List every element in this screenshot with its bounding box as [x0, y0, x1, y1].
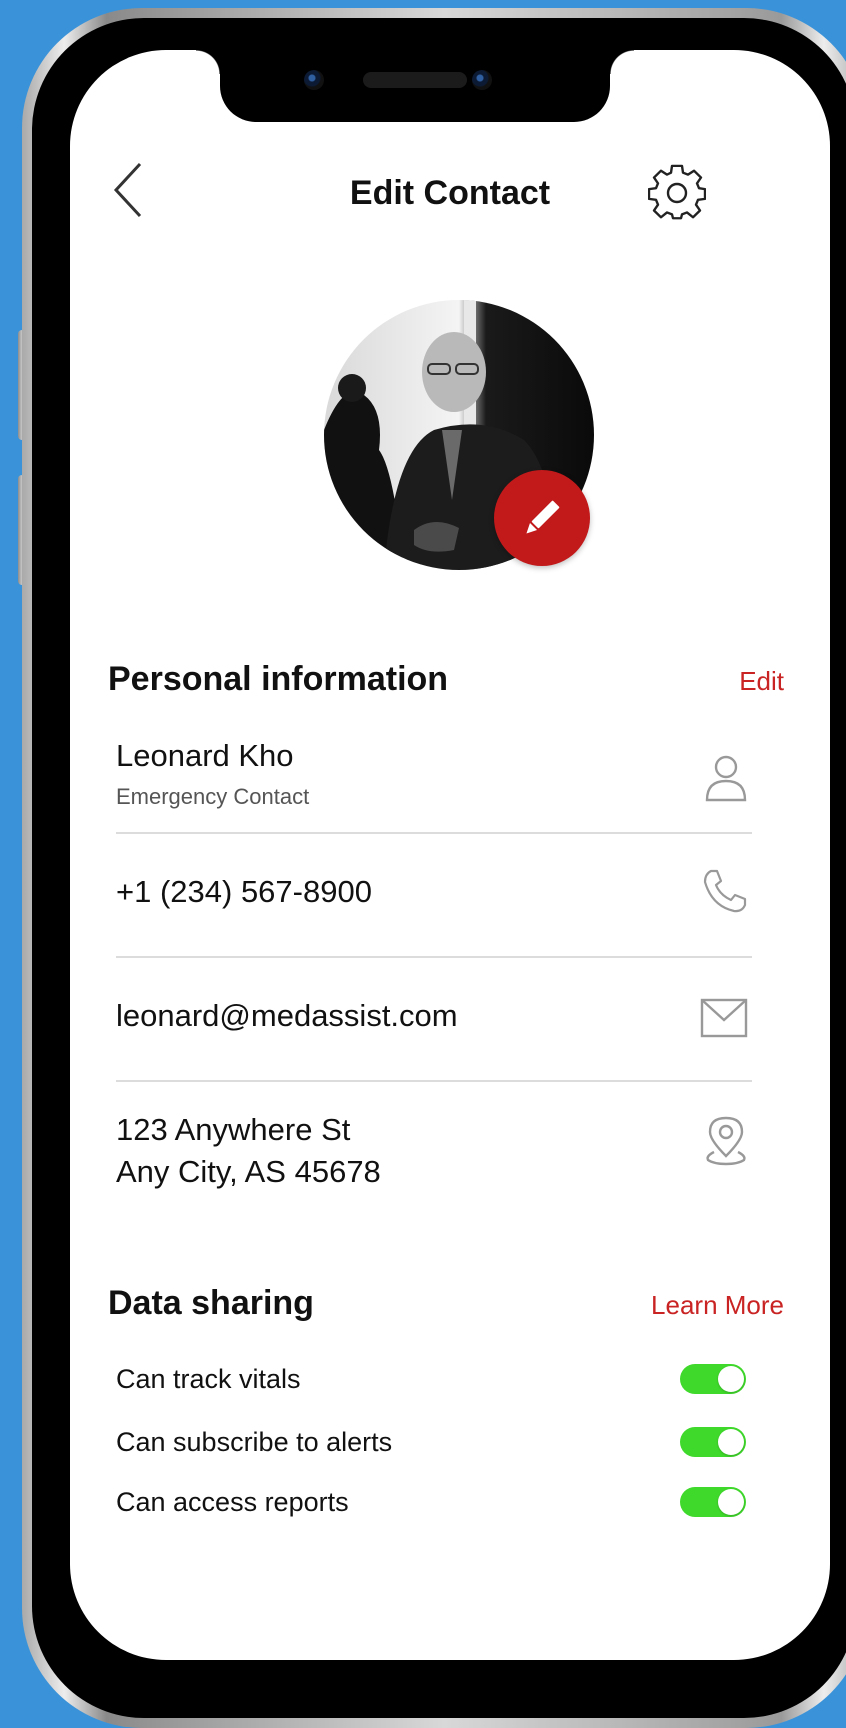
email-field[interactable]: leonard@medassist.com	[116, 956, 752, 1082]
page-title: Edit Contact	[349, 174, 551, 212]
subscribe-alerts-toggle[interactable]	[680, 1427, 746, 1457]
toggle-label: Can track vitals	[116, 1364, 301, 1394]
personal-information-header: Personal information Edit	[108, 660, 784, 710]
address-line-1: 123 Anywhere St	[116, 1112, 351, 1147]
person-icon	[705, 755, 747, 802]
pencil-icon	[526, 500, 560, 534]
toggle-knob	[718, 1366, 744, 1392]
settings-button[interactable]	[647, 164, 707, 222]
toggle-row-track-vitals: Can track vitals	[116, 1358, 752, 1402]
edit-photo-button[interactable]	[494, 470, 590, 566]
track-vitals-toggle[interactable]	[680, 1364, 746, 1394]
speaker-grille	[363, 72, 467, 88]
camera-icon	[304, 70, 324, 90]
name-field[interactable]: Leonard Kho Emergency Contact	[116, 726, 752, 834]
contact-phone: +1 (234) 567-8900	[116, 874, 372, 909]
data-sharing-header: Data sharing Learn More	[108, 1284, 784, 1334]
learn-more-link[interactable]: Learn More	[651, 1290, 784, 1321]
phone-icon	[703, 869, 747, 913]
section-title: Personal information	[108, 660, 449, 698]
profile-photo-area	[324, 300, 594, 570]
toggle-knob	[718, 1429, 744, 1455]
toggle-label: Can access reports	[116, 1487, 349, 1517]
toggle-knob	[718, 1489, 744, 1515]
contact-relationship: Emergency Contact	[116, 784, 310, 809]
access-reports-toggle[interactable]	[680, 1487, 746, 1517]
contact-name: Leonard Kho	[116, 738, 294, 773]
contact-email: leonard@medassist.com	[116, 998, 458, 1033]
address-line-2: Any City, AS 45678	[116, 1154, 381, 1189]
location-pin-icon	[706, 1116, 746, 1166]
toggle-row-subscribe-alerts: Can subscribe to alerts	[116, 1421, 752, 1465]
gear-icon	[647, 164, 707, 220]
sensor-icon	[472, 70, 492, 90]
notch	[196, 50, 634, 122]
screen: Edit Contact Personal information Edit L…	[70, 50, 830, 1660]
phone-field[interactable]: +1 (234) 567-8900	[116, 832, 752, 958]
toggle-row-access-reports: Can access reports	[116, 1481, 752, 1525]
toggle-label: Can subscribe to alerts	[116, 1427, 393, 1457]
address-field[interactable]: 123 Anywhere St Any City, AS 45678	[116, 1080, 752, 1190]
edit-personal-info-link[interactable]: Edit	[739, 666, 784, 697]
section-title: Data sharing	[108, 1284, 314, 1322]
app-header: Edit Contact	[70, 140, 830, 230]
mail-icon	[700, 998, 748, 1038]
